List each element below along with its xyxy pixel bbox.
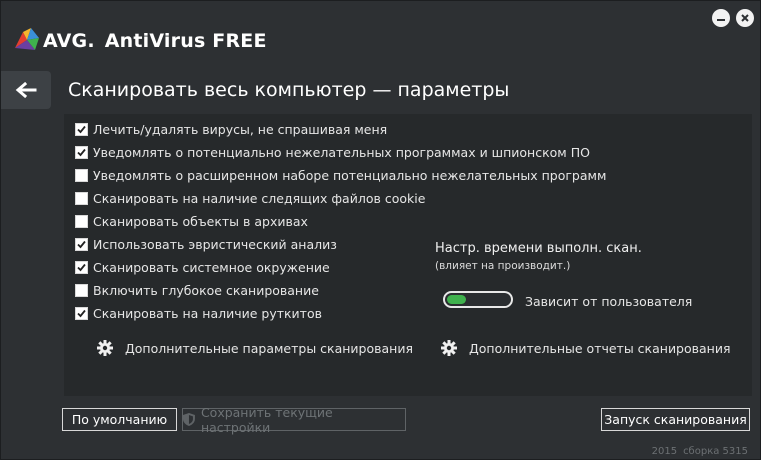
option-label: Лечить/удалять вирусы, не спрашивая меня <box>93 122 388 137</box>
option-label: Сканировать на наличие руткитов <box>93 306 322 321</box>
check-icon <box>77 125 86 134</box>
check-icon <box>77 148 86 157</box>
brand-prefix: AVG. <box>43 30 95 52</box>
checkbox-checked[interactable] <box>75 123 88 136</box>
advanced-settings-link[interactable]: Дополнительные параметры сканирования <box>97 340 413 356</box>
option-label: Сканировать системное окружение <box>93 260 330 275</box>
advanced-reports-link[interactable]: Дополнительные отчеты сканирования <box>441 340 731 356</box>
back-button[interactable] <box>1 71 51 109</box>
option-row[interactable]: Уведомлять о расширенном наборе потенциа… <box>75 168 606 183</box>
schedule-subtitle: (влияет на производит.) <box>435 260 571 272</box>
start-scan-button[interactable]: Запуск сканирования <box>601 408 750 431</box>
arrow-left-icon <box>15 82 37 98</box>
option-row[interactable]: Сканировать на наличие руткитов <box>75 306 322 321</box>
option-label: Уведомлять о расширенном наборе потенциа… <box>93 168 607 183</box>
slider-fill <box>447 295 466 304</box>
defaults-button[interactable]: По умолчанию <box>62 408 177 431</box>
option-row[interactable]: Сканировать объекты в архивах <box>75 214 308 229</box>
checkbox-checked[interactable] <box>75 146 88 159</box>
shield-icon <box>183 413 195 426</box>
option-row[interactable]: Уведомлять о потенциально нежелательных … <box>75 145 590 160</box>
option-row[interactable]: Лечить/удалять вирусы, не спрашивая меня <box>75 122 387 137</box>
option-label: Использовать эвристический анализ <box>93 237 337 252</box>
option-label: Сканировать на наличие следящих файлов c… <box>93 191 426 206</box>
settings-panel: Лечить/удалять вирусы, не спрашивая меня… <box>64 114 752 396</box>
version-info: 2015 сборка 5315 <box>652 446 748 457</box>
advanced-reports-label: Дополнительные отчеты сканирования <box>469 340 731 356</box>
checkbox-unchecked[interactable] <box>75 284 88 297</box>
save-settings-button[interactable]: Сохранить текущие настройки <box>182 405 406 435</box>
checkbox-unchecked[interactable] <box>75 215 88 228</box>
priority-slider[interactable] <box>443 291 513 308</box>
schedule-title: Настр. времени выполн. скан. <box>435 241 642 256</box>
window-controls <box>712 9 754 27</box>
version-year: 2015 <box>651 446 678 457</box>
checkbox-checked[interactable] <box>75 238 88 251</box>
option-row[interactable]: Использовать эвристический анализ <box>75 237 337 252</box>
minimize-icon[interactable] <box>712 9 730 27</box>
checkbox-unchecked[interactable] <box>75 169 88 182</box>
option-row[interactable]: Сканировать системное окружение <box>75 260 330 275</box>
slider-label: Зависит от пользователя <box>525 294 693 309</box>
check-icon <box>77 309 86 318</box>
option-label: Включить глубокое сканирование <box>93 283 319 298</box>
check-icon <box>77 240 86 249</box>
check-icon <box>77 263 86 272</box>
brand-product: AntiVirus FREE <box>104 30 267 52</box>
title-bar: AVG. AntiVirus FREE <box>1 1 761 63</box>
version-build: сборка 5315 <box>683 446 748 457</box>
app-title: AVG. AntiVirus FREE <box>43 30 267 52</box>
gear-icon <box>441 340 457 356</box>
checkbox-checked[interactable] <box>75 307 88 320</box>
option-label: Сканировать объекты в архивах <box>93 214 308 229</box>
checkbox-unchecked[interactable] <box>75 192 88 205</box>
save-settings-label: Сохранить текущие настройки <box>200 404 333 435</box>
option-row[interactable]: Сканировать на наличие следящих файлов c… <box>75 191 425 206</box>
close-icon[interactable] <box>736 9 754 27</box>
page-title: Сканировать весь компьютер — параметры <box>68 79 510 101</box>
gear-icon <box>97 340 113 356</box>
advanced-settings-label: Дополнительные параметры сканирования <box>125 340 413 356</box>
checkbox-checked[interactable] <box>75 261 88 274</box>
option-row[interactable]: Включить глубокое сканирование <box>75 283 319 298</box>
option-label: Уведомлять о потенциально нежелательных … <box>93 145 590 160</box>
app-window: AVG. AntiVirus FREE Сканировать весь комп… <box>0 0 761 460</box>
